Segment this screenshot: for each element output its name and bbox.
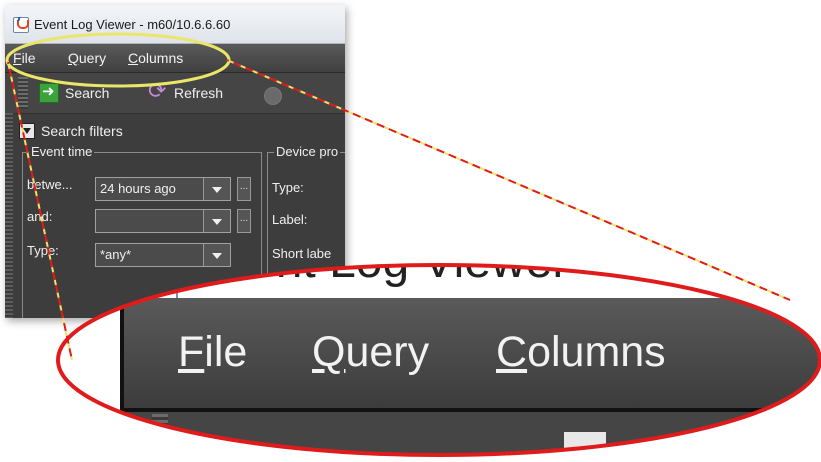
- collapse-arrow-icon: [19, 123, 35, 139]
- panel-edge-grip: [5, 113, 13, 318]
- zoom-menu-file: File: [178, 328, 248, 376]
- between-label: betwe...: [27, 177, 73, 192]
- chevron-down-icon[interactable]: [203, 178, 230, 200]
- type-value: *any*: [100, 247, 132, 262]
- window-title: Event Log Viewer - m60/10.6.6.60: [34, 17, 231, 32]
- title-bar: Event Log Viewer - m60/10.6.6.60: [5, 5, 345, 44]
- toolbar-grip[interactable]: [18, 77, 28, 109]
- java-app-icon: [13, 17, 29, 33]
- type-select[interactable]: *any*: [95, 243, 231, 267]
- refresh-button-label: Refresh: [174, 85, 224, 101]
- refresh-button[interactable]: Refresh: [148, 79, 224, 105]
- event-time-title: Event time: [29, 144, 95, 159]
- menu-file[interactable]: File: [13, 50, 36, 66]
- zoom-menu-bar: File Query Columns: [124, 298, 820, 408]
- search-button[interactable]: Search: [39, 81, 109, 105]
- search-button-label: Search: [65, 85, 110, 101]
- and-ellipsis-button[interactable]: ...: [237, 209, 251, 233]
- zoom-toolbar: [124, 412, 820, 455]
- type-label: Type:: [27, 243, 59, 258]
- stop-icon[interactable]: [264, 87, 282, 105]
- device-properties-title: Device pro: [274, 144, 341, 159]
- between-value: 24 hours ago: [100, 181, 176, 196]
- search-filters-toggle[interactable]: Search filters: [19, 123, 123, 139]
- between-ellipsis-button[interactable]: ...: [237, 177, 251, 201]
- zoom-menu-columns: Columns: [496, 328, 666, 376]
- between-select[interactable]: 24 hours ago: [95, 177, 231, 201]
- event-log-viewer-window: Event Log Viewer - m60/10.6.6.60 File Qu…: [5, 5, 345, 318]
- menu-query[interactable]: Query: [68, 50, 106, 66]
- and-label: and:: [27, 209, 53, 224]
- chevron-down-icon[interactable]: [203, 210, 230, 232]
- chevron-down-icon[interactable]: [203, 244, 230, 266]
- and-select[interactable]: [95, 209, 231, 233]
- device-type-label: Type:: [272, 180, 304, 195]
- zoom-menu-query: Query: [312, 328, 430, 376]
- menu-bar: File Query Columns: [5, 44, 345, 73]
- menu-columns[interactable]: Columns: [128, 50, 183, 66]
- search-filters-label: Search filters: [41, 123, 123, 139]
- toolbar: Search Refresh: [5, 73, 345, 114]
- device-label-label: Label:: [272, 212, 308, 227]
- refresh-icon: [148, 79, 168, 104]
- device-short-label-label: Short labe: [272, 246, 332, 261]
- zoom-toolbar-grip: [152, 414, 168, 455]
- search-arrow-icon: [39, 82, 59, 103]
